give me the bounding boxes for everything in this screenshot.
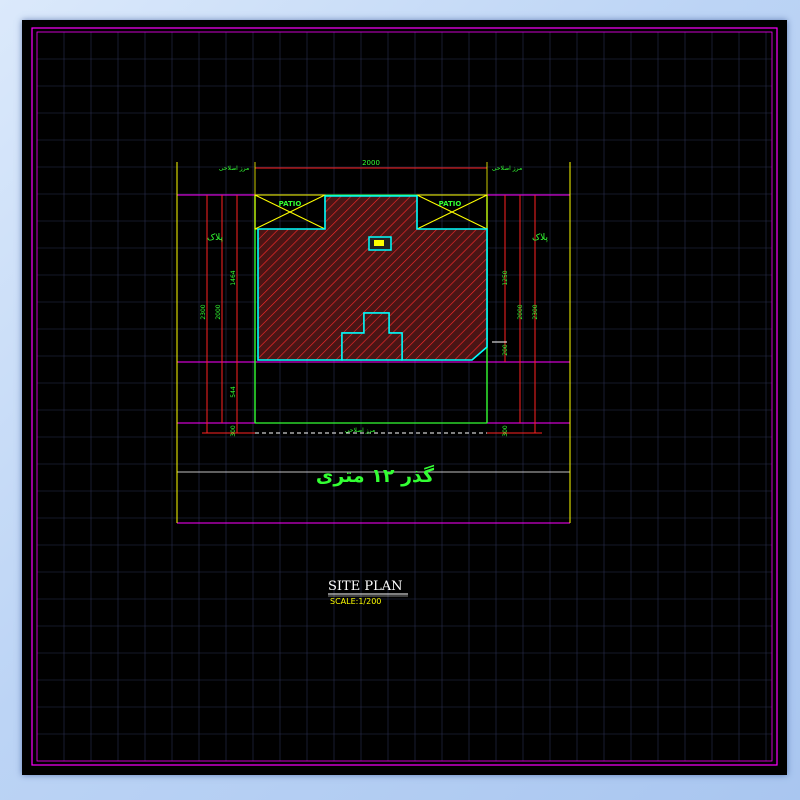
inner-border <box>36 31 773 762</box>
plak-label-right: پلاک <box>532 232 548 243</box>
left-dim-544: 544 <box>230 386 237 398</box>
right-dim-200: 200 <box>502 344 509 356</box>
top-left-boundary-label: مرز اصلاحی <box>219 165 249 172</box>
left-dim-2300: 2300 <box>200 304 207 319</box>
plak-label-left: پلاک <box>207 232 223 243</box>
dimension-lines-left <box>202 195 255 434</box>
left-dim-300: 300 <box>230 425 237 437</box>
patio-label-left: PATIO <box>279 200 302 208</box>
right-dim-2000: 2000 <box>517 304 524 319</box>
background-grid <box>37 32 772 761</box>
cad-drawing-canvas: 2000 مرز اصلاحی مرز اصلاحی PATIO PATIO پ… <box>22 20 787 775</box>
drawing-title: SITE PLAN <box>328 579 402 594</box>
bottom-boundary-label: مرز اصلاحی <box>345 427 375 434</box>
left-dim-1464: 1464 <box>230 270 237 285</box>
right-dim-300: 300 <box>502 425 509 437</box>
site-plan-drawing: 2000 مرز اصلاحی مرز اصلاحی PATIO PATIO پ… <box>31 27 778 766</box>
outer-border <box>31 27 778 766</box>
top-right-boundary-label: مرز اصلاحی <box>492 165 522 172</box>
top-dimension-label: 2000 <box>362 159 380 167</box>
right-dim-2300: 2300 <box>532 304 539 319</box>
viewer-frame: 2000 مرز اصلاحی مرز اصلاحی PATIO PATIO پ… <box>0 0 800 800</box>
right-dim-1250: 1250 <box>502 270 509 285</box>
drawing-scale: SCALE:1/200 <box>330 597 381 606</box>
left-dim-2000: 2000 <box>215 304 222 319</box>
street-label: گذر ۱۲ متری <box>316 464 435 487</box>
patio-label-right: PATIO <box>439 200 462 208</box>
skylight-inner <box>374 240 384 246</box>
